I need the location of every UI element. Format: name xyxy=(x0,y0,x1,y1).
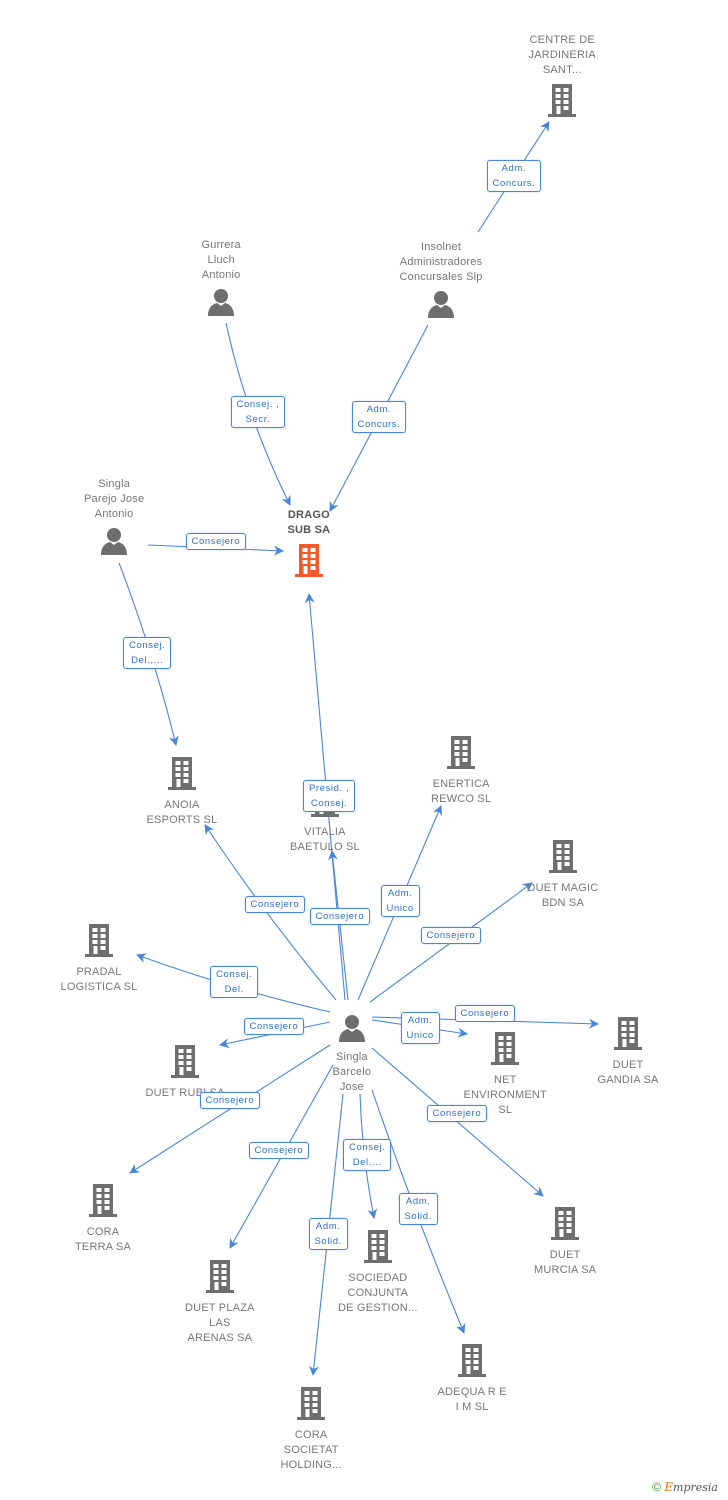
node-label: Singla Barcelo Jose xyxy=(332,1051,372,1093)
edges-layer xyxy=(118,121,599,1376)
building-icon-wrap xyxy=(528,838,599,879)
building-icon xyxy=(551,1207,580,1240)
building-icon xyxy=(491,1032,520,1065)
edge-label[interactable]: Consej. Del.,... xyxy=(123,637,172,669)
building-icon xyxy=(171,1045,200,1078)
person-node-singla_barcelo[interactable]: Singla Barcelo Jose xyxy=(333,1013,372,1095)
edge-label[interactable]: Consejero xyxy=(309,907,371,925)
company-node-drago[interactable]: DRAGO SUB SA xyxy=(288,508,331,583)
node-label: CENTRE DE JARDINERIA SANT... xyxy=(528,34,596,76)
node-label: ANOIA ESPORTS SL xyxy=(146,799,218,826)
edge-label[interactable]: Consejero xyxy=(248,1141,310,1159)
person-icon xyxy=(428,291,455,318)
company-node-pradal[interactable]: PRADAL LOGISTICA SL xyxy=(61,922,138,995)
building-icon xyxy=(205,1260,234,1293)
building-icon-wrap xyxy=(534,1205,596,1246)
person-icon-wrap xyxy=(84,526,144,561)
person-icon xyxy=(208,289,235,316)
building-icon xyxy=(167,757,196,790)
building-icon-wrap xyxy=(147,755,218,796)
building-icon xyxy=(614,1017,643,1050)
building-icon-wrap xyxy=(431,734,491,775)
node-label: DUET PLAZA LAS ARENAS SA xyxy=(185,1302,255,1344)
edge-singla_barcelo-to-vitalia xyxy=(328,850,349,1001)
edge-label[interactable]: Adm. Concurs. xyxy=(351,401,407,433)
company-node-duet_murcia[interactable]: DUET MURCIA SA xyxy=(534,1205,596,1278)
edge-label[interactable]: Adm. Concurs. xyxy=(486,160,542,192)
company-node-duet_plaza[interactable]: DUET PLAZA LAS ARENAS SA xyxy=(185,1258,255,1346)
edge-label[interactable]: Consejero xyxy=(243,1017,305,1035)
edge-label[interactable]: Adm. Unico xyxy=(380,885,420,917)
edge-label[interactable]: Consej. Del.... xyxy=(343,1139,392,1171)
person-node-gurrera[interactable]: Gurrera Lluch Antonio xyxy=(202,238,241,322)
company-node-cora_soc[interactable]: CORA SOCIETAT HOLDING... xyxy=(281,1385,342,1473)
node-label: DUET MAGIC BDN SA xyxy=(527,882,599,909)
building-icon-wrap xyxy=(281,1385,342,1426)
building-icon-wrap xyxy=(338,1228,418,1269)
edge-label[interactable]: Consejero xyxy=(244,895,306,913)
building-icon-wrap xyxy=(75,1182,131,1223)
building-icon xyxy=(89,1184,117,1217)
person-node-insolnet[interactable]: Insolnet Administradores Concursales Slp xyxy=(400,240,483,324)
node-label: CORA TERRA SA xyxy=(75,1226,132,1253)
edge-label[interactable]: Consejero xyxy=(185,532,247,550)
edge-label[interactable]: Consejero xyxy=(426,1104,488,1122)
node-label: Gurrera Lluch Antonio xyxy=(201,239,241,281)
company-node-duet_gandia[interactable]: DUET GANDIA SA xyxy=(598,1015,659,1088)
building-icon-wrap xyxy=(598,1015,659,1056)
edge-label[interactable]: Presid. , Consej. xyxy=(303,780,356,812)
edge-label[interactable]: Adm. Solid. xyxy=(398,1193,438,1225)
building-icon xyxy=(548,840,577,873)
node-label: ADEQUA R E I M SL xyxy=(437,1386,507,1413)
building-icon xyxy=(458,1344,487,1377)
edge-label[interactable]: Consejero xyxy=(454,1004,516,1022)
edge-label[interactable]: Adm. Unico xyxy=(400,1012,440,1044)
building-icon xyxy=(363,1230,392,1263)
footer-brand: © Empresia xyxy=(652,1480,718,1494)
node-label: CORA SOCIETAT HOLDING... xyxy=(280,1429,342,1471)
company-node-enertica[interactable]: ENERTICA REWCO SL xyxy=(431,734,491,807)
node-label: DUET GANDIA SA xyxy=(597,1059,659,1086)
building-icon xyxy=(447,736,476,769)
person-icon xyxy=(338,1015,365,1042)
building-icon-wrap xyxy=(529,82,596,123)
building-icon-wrap xyxy=(61,922,138,963)
node-label: PRADAL LOGISTICA SL xyxy=(60,966,138,993)
edge-label[interactable]: Consej. Del. xyxy=(210,966,259,998)
edge-label[interactable]: Adm. Solid. xyxy=(308,1218,348,1250)
person-icon-wrap xyxy=(333,1013,372,1048)
company-node-cora_terra[interactable]: CORA TERRA SA xyxy=(75,1182,131,1255)
building-icon-wrap xyxy=(464,1030,547,1071)
copyright-icon: © xyxy=(652,1480,661,1494)
person-icon xyxy=(101,528,128,555)
company-node-sociedad[interactable]: SOCIEDAD CONJUNTA DE GESTION... xyxy=(338,1228,418,1316)
company-node-centre[interactable]: CENTRE DE JARDINERIA SANT... xyxy=(529,33,596,123)
edge-label[interactable]: Consej. , Secr. xyxy=(230,396,286,428)
node-label: DUET MURCIA SA xyxy=(534,1249,597,1276)
edge-label[interactable]: Consejero xyxy=(420,926,482,944)
building-icon xyxy=(548,84,577,117)
person-icon-wrap xyxy=(202,287,241,322)
node-label: ENERTICA REWCO SL xyxy=(431,778,492,805)
company-node-anoia[interactable]: ANOIA ESPORTS SL xyxy=(147,755,218,828)
node-label: DRAGO SUB SA xyxy=(287,509,331,536)
node-label: SOCIEDAD CONJUNTA DE GESTION... xyxy=(338,1272,418,1314)
node-label: Singla Parejo Jose Antonio xyxy=(84,478,145,520)
person-node-singla_parejo[interactable]: Singla Parejo Jose Antonio xyxy=(84,477,144,561)
building-icon-wrap xyxy=(438,1342,507,1383)
building-icon-wrap xyxy=(185,1258,255,1299)
building-icon xyxy=(84,924,113,957)
edge-label[interactable]: Consejero xyxy=(199,1091,261,1109)
building-icon xyxy=(297,1387,326,1420)
company-node-adequa[interactable]: ADEQUA R E I M SL xyxy=(438,1342,507,1415)
empresia-logo[interactable]: Empresia xyxy=(664,1480,718,1494)
company-node-duet_magic[interactable]: DUET MAGIC BDN SA xyxy=(528,838,599,911)
node-label: Insolnet Administradores Concursales Slp xyxy=(399,241,483,283)
building-icon-wrap xyxy=(288,542,331,583)
person-icon-wrap xyxy=(400,289,483,324)
building-icon xyxy=(294,544,323,577)
node-label: VITALIA BAETULO SL xyxy=(290,826,360,853)
building-icon-wrap xyxy=(146,1043,225,1084)
